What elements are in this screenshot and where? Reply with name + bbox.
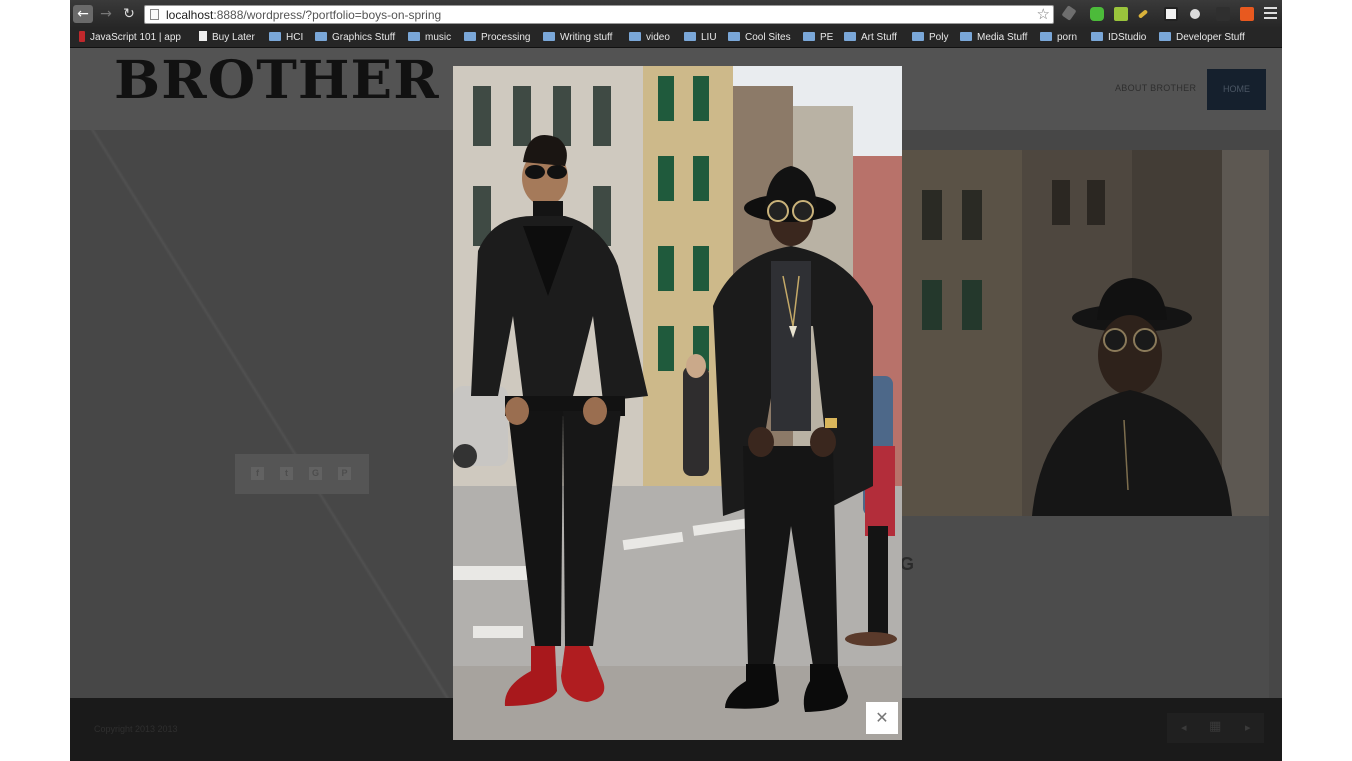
bookmark-folder[interactable]: Media Stuff (960, 31, 1027, 45)
bookmark-folder[interactable]: HCI (269, 31, 303, 45)
forward-button[interactable]: → (96, 5, 116, 23)
bookmark-label: video (646, 32, 670, 43)
bookmark-folder[interactable]: porn (1040, 31, 1077, 45)
bookmark-item[interactable]: JavaScript 101 | app (79, 31, 181, 45)
bookmark-label: Media Stuff (977, 32, 1028, 43)
bookmark-folder[interactable]: Developer Stuff (1159, 31, 1245, 45)
bookmark-folder[interactable]: LIU (684, 31, 717, 45)
nav-about-link[interactable]: ABOUT BROTHER (1115, 83, 1196, 93)
bookmark-folder[interactable]: Graphics Stuff (315, 31, 395, 45)
portfolio-details-panel (902, 516, 1269, 698)
nav-home-link[interactable]: HOME (1207, 69, 1266, 110)
bookmark-label: porn (1057, 32, 1078, 43)
bookmarks-bar: JavaScript 101 | app Buy Later HCI Graph… (70, 28, 1282, 48)
bookmark-label: Buy Later (212, 32, 255, 43)
url-path: :8888/wordpress/?portfolio=boys-on-sprin… (213, 8, 442, 22)
gear-extension-icon[interactable] (1190, 9, 1200, 19)
dark-extension-icon[interactable] (1216, 7, 1230, 21)
portfolio-image-graphic (902, 150, 1269, 516)
js-icon (79, 31, 85, 42)
folder-icon (1040, 32, 1052, 41)
bookmark-folder[interactable]: video (629, 31, 670, 45)
folder-icon (629, 32, 641, 41)
folder-icon (408, 32, 420, 41)
twitter-icon[interactable]: t (280, 467, 293, 480)
url-text: localhost:8888/wordpress/?portfolio=boys… (166, 8, 441, 22)
bookmark-star-icon[interactable]: ☆ (1037, 6, 1050, 23)
notes-extension-icon[interactable] (1114, 7, 1128, 21)
page-icon (150, 9, 159, 20)
bookmark-folder[interactable]: Writing stuff (543, 31, 612, 45)
url-host: localhost (166, 8, 214, 22)
bookmark-label: LIU (701, 32, 717, 43)
facebook-icon[interactable]: f (251, 467, 264, 480)
copyright-text: Copyright 2013 2013 (94, 724, 178, 734)
folder-icon (684, 32, 696, 41)
bookmark-label: IDStudio (1108, 32, 1147, 43)
back-button[interactable]: ← (73, 5, 93, 23)
share-buttons: f t G P (235, 454, 369, 494)
folder-icon (269, 32, 281, 41)
folder-icon (844, 32, 856, 41)
bookmark-label: Developer Stuff (1176, 32, 1245, 43)
close-icon[interactable]: ✕ (866, 702, 898, 734)
folder-icon (543, 32, 555, 41)
folder-icon (803, 32, 815, 41)
bookmark-folder[interactable]: Cool Sites (728, 31, 791, 45)
bookmark-item[interactable]: Buy Later (199, 31, 255, 45)
pen-extension-icon[interactable] (1061, 5, 1077, 21)
browser-toolbar: ← → ↻ localhost:8888/wordpress/?portfoli… (70, 0, 1282, 28)
next-arrow-icon[interactable]: ▸ (1245, 721, 1251, 734)
folder-icon (315, 32, 327, 41)
folder-icon (960, 32, 972, 41)
bookmark-label: HCI (286, 32, 304, 43)
reload-button[interactable]: ↻ (119, 5, 139, 23)
pencil-extension-icon[interactable] (1137, 9, 1149, 19)
bookmark-label: Poly (929, 32, 949, 43)
lightbox-modal: ✕ (453, 66, 902, 740)
menu-icon[interactable] (1264, 7, 1277, 19)
previous-arrow-icon[interactable]: ◂ (1181, 721, 1187, 734)
bookmark-label: JavaScript 101 | app (90, 32, 181, 43)
folder-icon (1091, 32, 1103, 41)
portfolio-title-partial: G (900, 554, 915, 574)
bookmark-label: PE (820, 32, 834, 43)
grid-icon[interactable]: ▦ (1209, 719, 1221, 734)
bookmark-label: Writing stuff (560, 32, 613, 43)
address-bar[interactable]: localhost:8888/wordpress/?portfolio=boys… (144, 5, 1054, 24)
s-extension-icon[interactable] (1164, 7, 1178, 21)
folder-icon (1159, 32, 1171, 41)
bookmark-label: Art Stuff (861, 32, 897, 43)
bookmark-folder[interactable]: Processing (464, 31, 530, 45)
google-plus-icon[interactable]: G (309, 467, 322, 480)
bookmark-label: music (425, 32, 452, 43)
pinterest-icon[interactable]: P (338, 467, 351, 480)
browser-window: ← → ↻ localhost:8888/wordpress/?portfoli… (70, 0, 1282, 761)
folder-icon (464, 32, 476, 41)
folder-icon (728, 32, 740, 41)
bookmark-folder[interactable]: music (408, 31, 451, 45)
bookmark-folder[interactable]: Poly (912, 31, 948, 45)
bookmark-folder[interactable]: IDStudio (1091, 31, 1146, 45)
bookmark-label: Cool Sites (745, 32, 791, 43)
evernote-extension-icon[interactable] (1090, 7, 1104, 21)
folder-icon (912, 32, 924, 41)
bookmark-folder[interactable]: PE (803, 31, 833, 45)
portfolio-pagination: ◂ ▦ ▸ (1167, 713, 1264, 743)
bookmark-label: Graphics Stuff (332, 32, 396, 43)
page-icon (199, 31, 207, 41)
orange-extension-icon[interactable] (1240, 7, 1254, 21)
bookmark-folder[interactable]: Art Stuff (844, 31, 897, 45)
bookmark-label: Processing (481, 32, 531, 43)
portfolio-image (902, 150, 1269, 516)
background-pattern (70, 130, 470, 698)
lightbox-photo[interactable] (453, 66, 902, 740)
site-logo[interactable]: BROTHER (114, 50, 440, 111)
